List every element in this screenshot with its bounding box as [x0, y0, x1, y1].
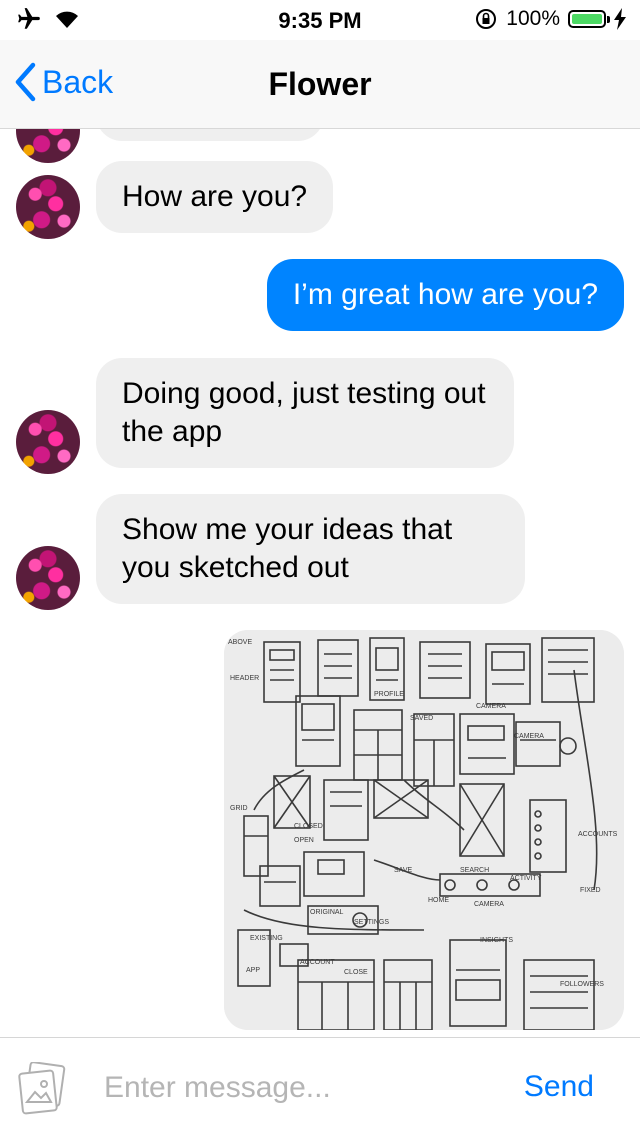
svg-text:HOME: HOME: [428, 897, 449, 904]
svg-text:HEADER: HEADER: [230, 675, 259, 682]
svg-text:INSIGHTS: INSIGHTS: [480, 937, 513, 944]
battery-cap: [607, 16, 610, 23]
send-button[interactable]: Send: [524, 1070, 594, 1104]
svg-text:ORIGINAL: ORIGINAL: [310, 909, 344, 916]
navigation-bar: Back Flower: [0, 40, 640, 129]
svg-text:CAMERA: CAMERA: [476, 703, 506, 710]
avatar[interactable]: [16, 175, 80, 239]
avatar[interactable]: [16, 129, 80, 163]
compose-bar: Send: [0, 1037, 640, 1137]
charging-bolt-icon: [614, 8, 626, 30]
svg-text:CLOSED: CLOSED: [294, 823, 323, 830]
message-list[interactable]: How are you? I’m great how are you? Doin…: [0, 129, 640, 1037]
battery-icon: [568, 10, 610, 28]
svg-text:FOLLOWERS: FOLLOWERS: [560, 981, 604, 988]
status-bar: 9:35 PM 100%: [0, 0, 640, 40]
message-input[interactable]: [104, 1066, 494, 1110]
svg-text:PROFILE: PROFILE: [374, 691, 404, 698]
svg-text:SETTINGS: SETTINGS: [354, 919, 389, 926]
svg-text:ACTIVITY: ACTIVITY: [510, 875, 542, 882]
svg-text:GRID: GRID: [230, 805, 248, 812]
incoming-bubble[interactable]: How are you?: [96, 161, 334, 233]
incoming-bubble[interactable]: [96, 129, 324, 141]
page-title: Flower: [268, 66, 372, 102]
svg-text:OPEN: OPEN: [294, 837, 314, 844]
sketch-photo[interactable]: ABOVE HEADER PROFILE CAMERA SAVED CAMERA GRI…: [224, 630, 624, 1030]
battery-level: [572, 14, 602, 24]
svg-text:SEARCH: SEARCH: [460, 867, 489, 874]
svg-text:ACCOUNT: ACCOUNT: [300, 959, 335, 966]
incoming-bubble[interactable]: Show me your ideas that you sketched out: [96, 494, 525, 604]
wireframe-sketch-image: ABOVE HEADER PROFILE CAMERA SAVED CAMERA GRI…: [224, 630, 624, 1030]
status-right: 100%: [474, 7, 626, 31]
svg-text:ACCOUNTS: ACCOUNTS: [578, 831, 618, 838]
svg-text:SAVED: SAVED: [410, 715, 433, 722]
battery-percent: 100%: [506, 7, 560, 30]
svg-text:CAMERA: CAMERA: [474, 901, 504, 908]
svg-text:EXISTING: EXISTING: [250, 935, 283, 942]
svg-text:FIXED: FIXED: [580, 887, 601, 894]
outgoing-bubble[interactable]: I’m great how are you?: [266, 259, 624, 331]
svg-text:APP: APP: [246, 967, 260, 974]
incoming-bubble[interactable]: Doing good, just testing out the app: [96, 358, 514, 468]
photo-attach-icon[interactable]: [18, 1062, 66, 1116]
svg-text:CLOSE: CLOSE: [344, 969, 368, 976]
svg-text:CAMERA: CAMERA: [514, 733, 544, 740]
svg-text:ABOVE: ABOVE: [228, 639, 252, 646]
avatar[interactable]: [16, 546, 80, 610]
svg-text:SAVE: SAVE: [394, 867, 412, 874]
avatar[interactable]: [16, 410, 80, 474]
orientation-lock-icon: [476, 9, 497, 29]
